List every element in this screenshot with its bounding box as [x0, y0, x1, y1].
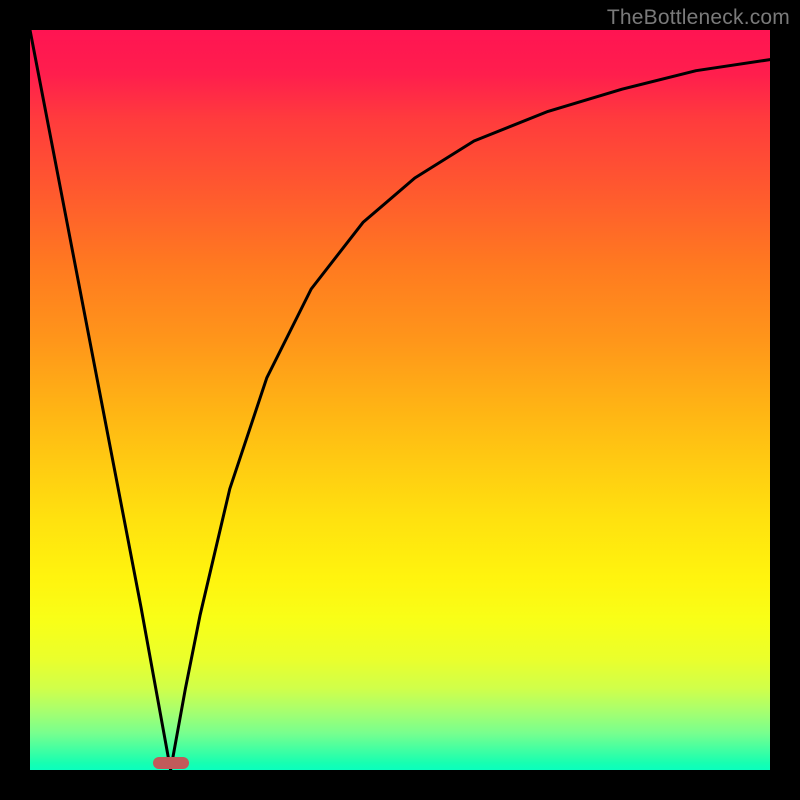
- optimum-marker: [153, 757, 189, 769]
- curve-path: [30, 30, 770, 770]
- attribution-text: TheBottleneck.com: [607, 6, 790, 30]
- bottleneck-curve: [30, 30, 770, 770]
- chart-frame: TheBottleneck.com: [0, 0, 800, 800]
- plot-area: [30, 30, 770, 770]
